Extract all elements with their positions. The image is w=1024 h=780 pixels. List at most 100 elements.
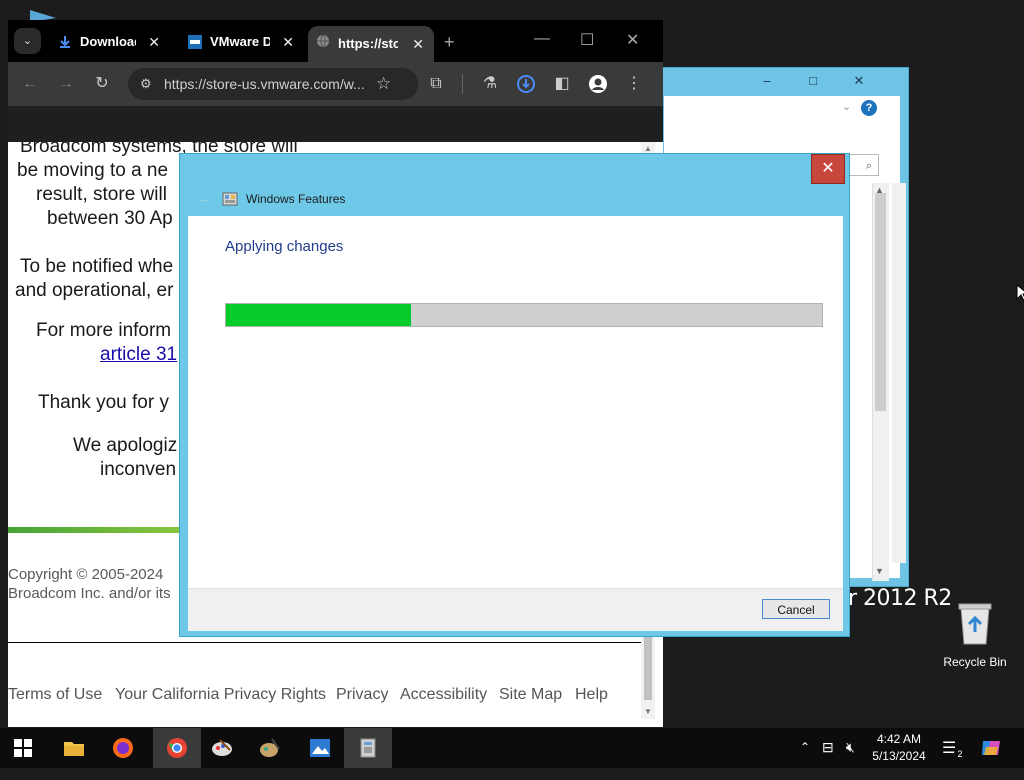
extensions-icon[interactable]: ⧉ [426,74,446,94]
recycle-bin-label: Recycle Bin [943,655,1007,669]
progress-bar [225,303,823,327]
new-tab-button[interactable]: + [444,27,464,57]
tab-store[interactable]: https://sto ✕ [308,26,434,62]
tab-downloads[interactable]: Download ✕ [50,27,170,57]
notice-line: Thank you for y [38,392,169,413]
firefox-icon [113,738,133,758]
tab-label: Download [80,34,136,49]
notice-line: We apologiz [73,435,178,456]
dialog-header: ← Windows Features [180,184,849,216]
tab-label: https://sto [338,36,398,51]
progress-fill [226,304,411,326]
recycle-bin-icon [958,603,992,645]
windows-features-dialog: ✕ ← Windows Features Applying changes Ca… [179,153,850,637]
clock-date: 5/13/2024 [872,749,926,763]
page-header-dark [8,106,663,142]
bookmark-star-icon[interactable]: ☆ [376,74,391,94]
notice-line: between 30 Ap [47,208,173,229]
explorer-maximize-button[interactable]: □ [790,68,836,94]
dialog-body: Applying changes [188,216,843,588]
back-icon[interactable]: ← [20,74,40,94]
tab-label: VMware D [210,34,270,49]
copyright-line: Broadcom Inc. and/or its [8,585,171,602]
url-text: https://store-us.vmware.com/w... [164,76,365,92]
paint-palette-icon [212,739,232,756]
globe-icon [317,34,329,48]
photos-icon [310,739,330,757]
scroll-down-icon[interactable]: ▼ [875,566,884,576]
side-panel-icon[interactable]: ◧ [552,74,572,94]
tab-vmware[interactable]: VMware D ✕ [180,27,304,57]
taskbar: ⌃ ⊟ 🔇︎ 4:42 AM 5/13/2024 ☰ 2 [0,728,1024,768]
footer-link-help[interactable]: Help [575,686,608,704]
network-icon[interactable]: ⊟ [822,739,834,779]
footer-link-california-privacy[interactable]: Your California Privacy Rights [115,686,326,704]
tab-strip: ⌄ Download ✕ VMware D ✕ https://sto ✕ + … [8,20,663,62]
footer-link-accessibility[interactable]: Accessibility [400,686,487,704]
clock[interactable]: 4:42 AM 5/13/2024 [866,731,932,765]
dialog-title: Windows Features [246,192,346,206]
recycle-bin-shortcut[interactable]: Recycle Bin [942,600,1008,669]
scroll-thumb[interactable] [875,193,886,411]
labs-flask-icon[interactable]: ⚗ [480,74,500,94]
notice-line: result, store will [36,184,167,205]
chrome-close-button[interactable]: ✕ [626,30,639,50]
tab-search-button[interactable]: ⌄ [14,28,41,54]
chevron-up-icon[interactable]: ⌃ [800,740,810,780]
action-center-icon[interactable]: ☰ [942,738,956,778]
notice-line: To be notified whe [20,256,174,277]
taskbar-chrome[interactable] [153,728,201,768]
chrome-maximize-button[interactable]: ☐ [580,30,594,50]
toolbar-divider [462,74,463,94]
explorer-close-button[interactable]: ✕ [836,68,882,94]
footer-link-terms[interactable]: Terms of Use [8,686,102,704]
status-text: Applying changes [225,238,344,255]
article-link[interactable]: article 31 [100,344,177,366]
dialog-close-button[interactable]: ✕ [811,154,845,184]
downloads-progress-icon[interactable] [516,74,536,94]
taskbar-installer[interactable] [344,728,392,768]
clock-time: 4:42 AM [876,732,922,746]
folder-icon [64,742,84,756]
scroll-down-icon[interactable]: ▼ [644,707,652,716]
footer-link-site-map[interactable]: Site Map [499,686,562,704]
address-bar[interactable]: ⚙ https://store-us.vmware.com/w... ☆ [128,68,418,100]
reload-icon[interactable]: ↻ [92,74,112,94]
back-arrow-icon[interactable]: ← [196,190,211,207]
forward-icon[interactable]: → [56,74,76,94]
windows-features-icon [222,192,238,206]
close-icon[interactable]: ✕ [412,29,424,59]
taskbar-firefox[interactable] [99,728,147,768]
close-icon[interactable]: ✕ [148,27,160,57]
notice-line: For more inform [36,320,172,341]
start-windows-icon[interactable] [14,739,32,757]
profile-avatar-icon[interactable] [588,74,608,94]
notification-count-badge: 2 [954,748,966,760]
taskbar-photos[interactable] [296,728,344,768]
taskbar-paint[interactable] [198,728,246,768]
copilot-icon[interactable] [980,737,1002,759]
chevron-down-icon[interactable]: ⌄ [842,100,851,113]
accent-divider [8,527,188,533]
notice-line: inconven [100,459,177,480]
taskbar-file-explorer[interactable] [50,728,98,768]
menu-kebab-icon[interactable]: ⋮ [624,74,644,94]
close-icon[interactable]: ✕ [282,27,294,57]
mouse-cursor-icon [1016,284,1024,302]
os-watermark: r 2012 R2 [848,586,952,611]
explorer-scrollbar-secondary[interactable] [892,183,906,563]
explorer-minimize-button[interactable]: – [744,68,790,94]
vmware-icon [188,35,202,49]
paint-brush-icon [260,738,280,757]
search-icon: ⌕ [865,160,872,172]
chrome-icon [167,737,187,758]
scroll-up-icon[interactable]: ▲ [644,144,652,153]
help-icon[interactable]: ? [861,100,877,116]
taskbar-paint-brush[interactable] [246,728,294,768]
volume-muted-icon[interactable]: 🔇︎ [846,739,855,779]
site-settings-icon[interactable]: ⚙ [140,76,152,92]
explorer-scrollbar[interactable]: ▲ ▼ [872,183,889,581]
cancel-button[interactable]: Cancel [762,599,830,619]
footer-link-privacy[interactable]: Privacy [336,686,388,704]
chrome-minimize-button[interactable]: — [534,30,550,48]
